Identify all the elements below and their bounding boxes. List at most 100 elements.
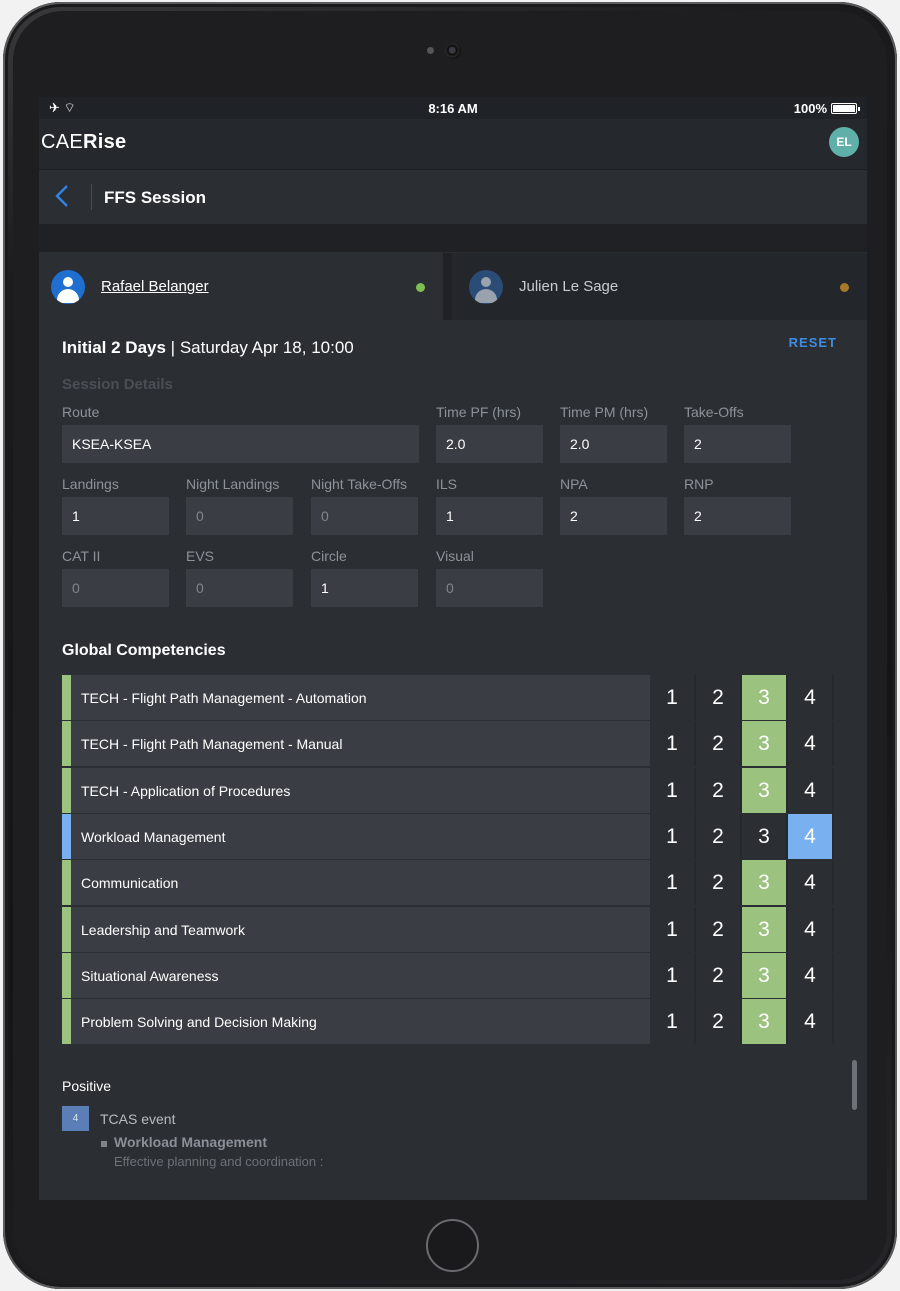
score-option-2[interactable]: 2 [696,907,740,952]
global-competencies-heading: Global Competencies [62,642,226,659]
evs-field[interactable]: 0 [186,569,293,607]
competency-label: Leadership and Teamwork [81,922,245,938]
nav-bar: FFS Session [39,170,867,224]
npa-field[interactable]: 2 [560,497,667,535]
score-option-1[interactable]: 1 [650,953,694,998]
battery-percent: 100% [793,101,827,116]
score-option-3[interactable]: 3 [742,999,786,1044]
cat2-label: CAT II [62,548,101,564]
tablet-frame: ✈ ⌔ 8:16 AM 100% CAERise EL FFS Session … [3,2,897,1289]
score-option-3[interactable]: 3 [742,721,786,766]
header-spacer [39,224,867,252]
score-option-2[interactable]: 2 [696,768,740,813]
rnp-field[interactable]: 2 [684,497,791,535]
score-divider [832,768,834,813]
time-pm-label: Time PM (hrs) [560,404,649,420]
front-sensor [427,47,434,54]
score-option-1[interactable]: 1 [650,675,694,720]
visual-label: Visual [436,548,474,564]
rnp-label: RNP [684,476,714,492]
score-option-3[interactable]: 3 [742,953,786,998]
score-option-2[interactable]: 2 [696,953,740,998]
cat2-field[interactable]: 0 [62,569,169,607]
score-option-3[interactable]: 3 [742,814,786,859]
competency-label: Problem Solving and Decision Making [81,1014,317,1030]
score-divider [786,953,788,998]
user-icon [469,270,503,304]
score-divider [740,721,742,766]
score-option-4[interactable]: 4 [788,860,832,905]
competency-row: TECH - Application of Procedures 1 2 3 4 [62,768,834,813]
score-option-4[interactable]: 4 [788,953,832,998]
night-landings-field[interactable]: 0 [186,497,293,535]
status-dot [416,283,425,292]
positive-event: TCAS event [100,1111,176,1127]
night-takeoffs-label: Night Take-Offs [311,476,407,492]
night-takeoffs-field[interactable]: 0 [311,497,418,535]
visual-field[interactable]: 0 [436,569,543,607]
score-option-4[interactable]: 4 [788,907,832,952]
score-divider [832,814,834,859]
app-header: CAERise EL [39,119,867,170]
score-option-1[interactable]: 1 [650,860,694,905]
positive-score-badge: 4 [62,1106,89,1131]
score-option-4[interactable]: 4 [788,999,832,1044]
competency-label: Situational Awareness [81,968,219,984]
battery-status: 100% [793,101,860,116]
takeoffs-field[interactable]: 2 [684,425,791,463]
competency-label: Communication [81,875,179,891]
back-arrow-icon[interactable] [53,184,73,208]
score-option-3[interactable]: 3 [742,907,786,952]
positive-description: Effective planning and coordination : [114,1154,324,1169]
score-divider [740,814,742,859]
score-option-3[interactable]: 3 [742,768,786,813]
tab-trainee-2[interactable]: Julien Le Sage [452,253,867,320]
circle-field[interactable]: 1 [311,569,418,607]
status-dot [840,283,849,292]
competency-indicator [62,999,71,1044]
user-avatar[interactable]: EL [829,127,859,157]
competency-name-cell: TECH - Flight Path Management - Automati… [62,675,650,720]
score-option-4[interactable]: 4 [788,768,832,813]
score-divider [786,814,788,859]
time-pm-field[interactable]: 2.0 [560,425,667,463]
score-divider [786,675,788,720]
score-option-1[interactable]: 1 [650,814,694,859]
time-pf-label: Time PF (hrs) [436,404,522,420]
tab-separator [443,253,452,320]
score-option-2[interactable]: 2 [696,814,740,859]
landings-label: Landings [62,476,119,492]
title-separator: | [170,338,176,357]
score-option-1[interactable]: 1 [650,907,694,952]
competency-row: Communication 1 2 3 4 [62,860,834,905]
home-button[interactable] [426,1219,479,1272]
score-option-4[interactable]: 4 [788,814,832,859]
route-field[interactable]: KSEA-KSEA [62,425,419,463]
score-option-2[interactable]: 2 [696,675,740,720]
competency-indicator [62,768,71,813]
score-divider [694,721,696,766]
score-option-2[interactable]: 2 [696,999,740,1044]
tab-trainee-1[interactable]: Rafael Belanger [39,253,443,320]
scrollbar[interactable] [852,1060,857,1110]
ils-field[interactable]: 1 [436,497,543,535]
score-divider [694,675,696,720]
score-option-1[interactable]: 1 [650,768,694,813]
landings-field[interactable]: 1 [62,497,169,535]
score-option-1[interactable]: 1 [650,999,694,1044]
score-option-4[interactable]: 4 [788,721,832,766]
score-option-3[interactable]: 3 [742,675,786,720]
reset-button[interactable]: RESET [789,335,837,350]
score-option-2[interactable]: 2 [696,721,740,766]
competency-name-cell: TECH - Flight Path Management - Manual [62,721,650,766]
competency-indicator [62,721,71,766]
score-option-3[interactable]: 3 [742,860,786,905]
time-pf-field[interactable]: 2.0 [436,425,543,463]
score-option-1[interactable]: 1 [650,721,694,766]
score-option-2[interactable]: 2 [696,860,740,905]
score-divider [786,860,788,905]
bullet-icon [101,1141,107,1147]
score-option-4[interactable]: 4 [788,675,832,720]
competency-label: TECH - Flight Path Management - Automati… [81,690,367,706]
score-divider [740,768,742,813]
